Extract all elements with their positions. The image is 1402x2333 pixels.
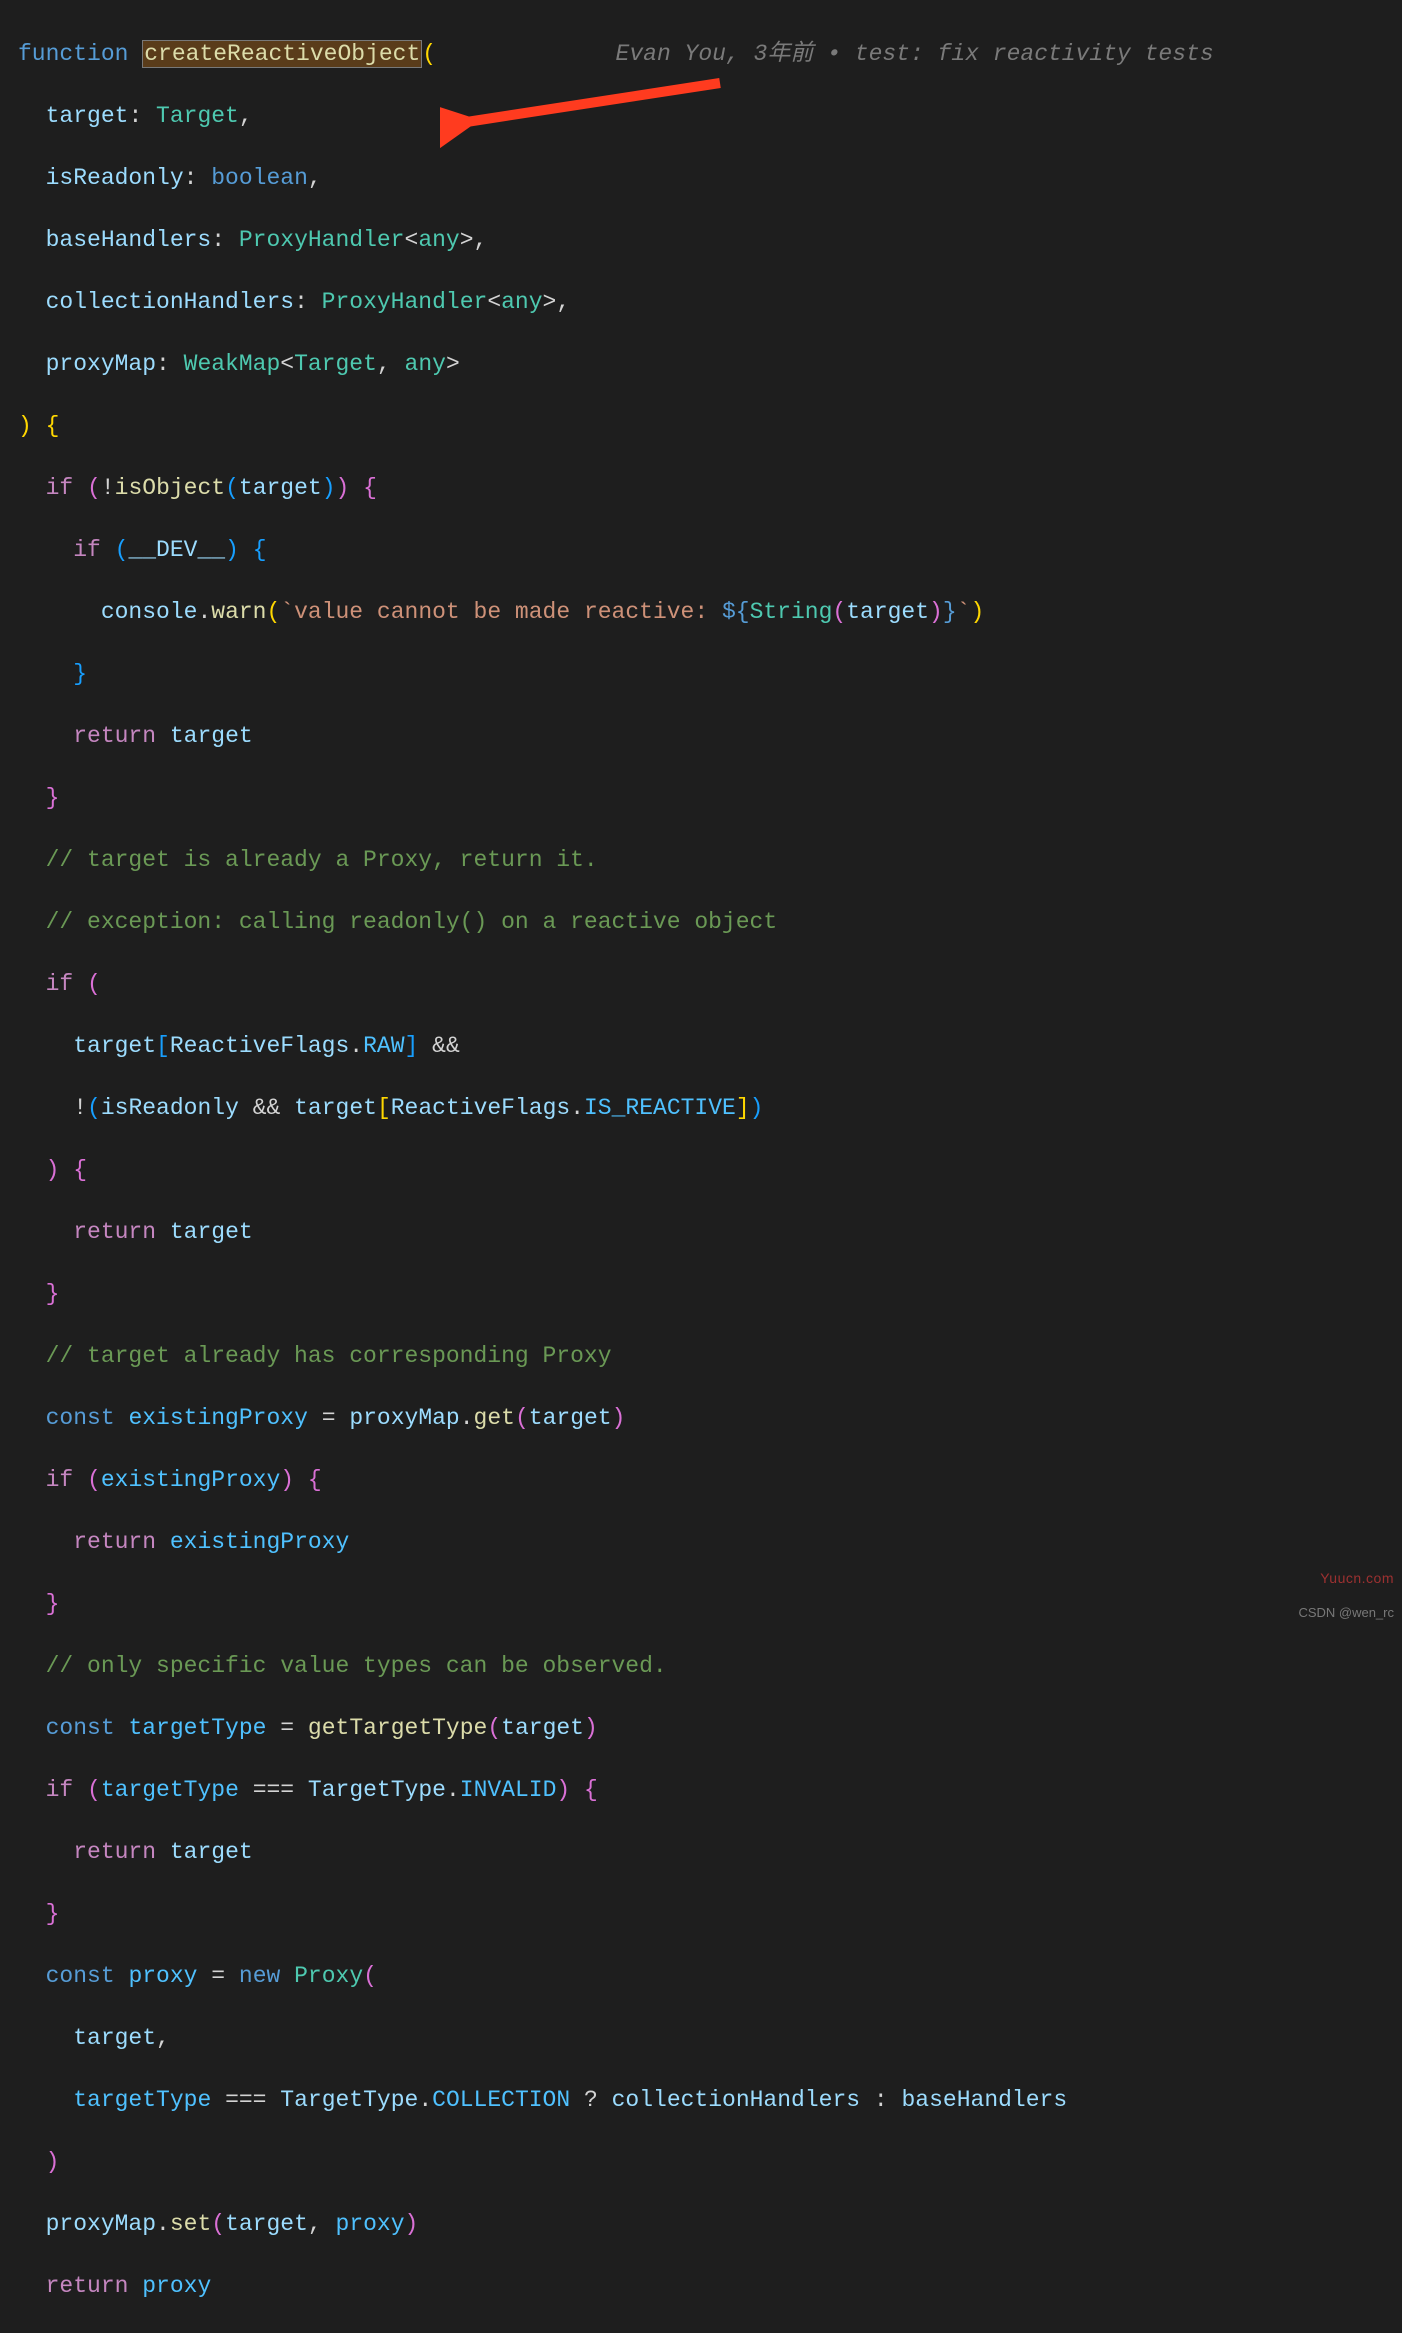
code-line: if (__DEV__) { [18,535,1402,566]
code-line: } [18,1899,1402,1930]
code-line: const existingProxy = proxyMap.get(targe… [18,1403,1402,1434]
code-line: proxyMap.set(target, proxy) [18,2209,1402,2240]
code-line: // exception: calling readonly() on a re… [18,907,1402,938]
code-line: if (targetType === TargetType.INVALID) { [18,1775,1402,1806]
code-line: ) { [18,1155,1402,1186]
code-line: if (!isObject(target)) { [18,473,1402,504]
code-line: } [18,659,1402,690]
code-line: baseHandlers: ProxyHandler<any>, [18,225,1402,256]
code-line: collectionHandlers: ProxyHandler<any>, [18,287,1402,318]
code-line: function createReactiveObject( Evan You,… [18,39,1402,70]
code-line: isReadonly: boolean, [18,163,1402,194]
code-line: // target is already a Proxy, return it. [18,845,1402,876]
code-editor[interactable]: function createReactiveObject( Evan You,… [0,0,1402,2333]
code-line: return proxy [18,2271,1402,2302]
code-line: ) { [18,411,1402,442]
watermark-csdn: CSDN @wen_rc [1298,1597,1394,1628]
code-line: // target already has corresponding Prox… [18,1341,1402,1372]
code-line: return target [18,1217,1402,1248]
code-line: // only specific value types can be obse… [18,1651,1402,1682]
function-name: createReactiveObject [142,40,422,68]
gitlens-annotation: Evan You, 3年前 • test: fix reactivity tes… [616,41,1214,67]
code-line: return existingProxy [18,1527,1402,1558]
code-line: console.warn(`value cannot be made react… [18,597,1402,628]
code-line: if (existingProxy) { [18,1465,1402,1496]
code-line: const targetType = getTargetType(target) [18,1713,1402,1744]
code-line: targetType === TargetType.COLLECTION ? c… [18,2085,1402,2116]
code-line: } [18,1279,1402,1310]
code-line: !(isReadonly && target[ReactiveFlags.IS_… [18,1093,1402,1124]
code-line: ) [18,2147,1402,2178]
code-line: } [18,783,1402,814]
keyword-function: function [18,41,128,67]
code-line: return target [18,1837,1402,1868]
code-line: proxyMap: WeakMap<Target, any> [18,349,1402,380]
code-line: target[ReactiveFlags.RAW] && [18,1031,1402,1062]
code-line: const proxy = new Proxy( [18,1961,1402,1992]
code-line: } [18,1589,1402,1620]
watermark: Yuucn.com [1320,1563,1394,1594]
code-line: return target [18,721,1402,752]
code-line: if ( [18,969,1402,1000]
code-line: target: Target, [18,101,1402,132]
code-line: target, [18,2023,1402,2054]
